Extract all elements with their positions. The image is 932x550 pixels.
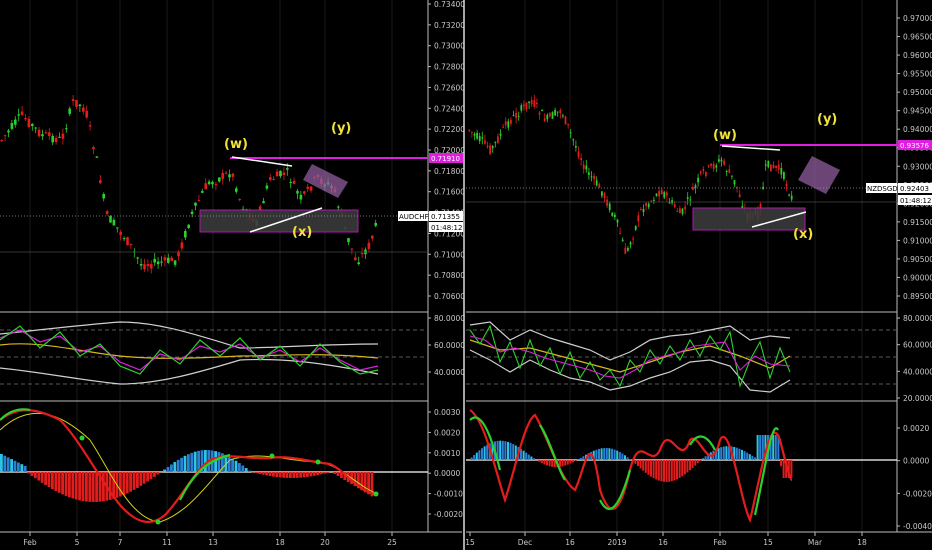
right-price-tick: 0.90000: [903, 273, 932, 282]
right-macd-tick: 0.0020: [903, 424, 929, 433]
left-level-tag: 0.71910: [429, 153, 463, 163]
left-price-tick: 0.71600: [434, 188, 465, 197]
left-price-tag-text: 0.71355: [431, 213, 460, 221]
left-price-tick: 0.71000: [434, 250, 465, 259]
right-date-label: Feb: [713, 538, 727, 547]
right-price-tick: 0.96500: [903, 33, 932, 42]
right-price-tick: 0.96000: [903, 51, 932, 60]
left-price-tick: 0.71800: [434, 167, 465, 176]
left-countdown-text: 01:48:12: [431, 224, 462, 232]
right-date-label: Dec: [518, 538, 533, 547]
left-symbol-text: AUDCHF: [399, 213, 428, 221]
right-date-label: 16: [658, 538, 668, 547]
left-date-label: Feb: [23, 538, 37, 547]
left-price-tick: 0.72400: [434, 104, 465, 113]
right-price-tick: 0.91500: [903, 218, 932, 227]
right-price-tick: 0.94000: [903, 125, 932, 134]
right-macd-tick: -0.0020: [903, 489, 932, 498]
right-countdown-text: 01:48:12: [900, 197, 931, 205]
left-date-label: 18: [275, 538, 285, 547]
left-date-label: 25: [387, 538, 397, 547]
right-date-label: 16: [565, 538, 575, 547]
right-price-tick: 0.89500: [903, 292, 932, 301]
left-wave-w-label: (w): [224, 137, 248, 152]
left-date-label: 7: [118, 538, 123, 547]
left-price-tick: 0.70600: [434, 292, 465, 301]
right-price-tick: 0.95000: [903, 88, 932, 97]
left-date-label: 11: [162, 538, 172, 547]
left-rsi-tick: 60.0000: [434, 341, 465, 350]
right-date-label: 15: [465, 538, 475, 547]
right-date-label: 2019: [607, 538, 626, 547]
left-macd-tick: -0.0010: [434, 490, 463, 499]
left-macd-tick: 0.0000: [434, 469, 460, 478]
left-price-tick: 0.73000: [434, 42, 465, 51]
right-price-tick: 0.93000: [903, 162, 932, 171]
right-rsi-tick: 80.0000: [903, 314, 932, 323]
right-price-tag-text: 0.92403: [900, 185, 929, 193]
right-level-tag: 0.93576: [898, 140, 932, 150]
right-macd-tick: -0.0040: [903, 522, 932, 531]
left-price-axis[interactable]: 0.73400 0.73200 0.73000 0.72800 0.72600 0.724…: [428, 0, 465, 301]
right-date-label: 18: [857, 538, 867, 547]
left-macd-tick: 0.0010: [434, 449, 460, 458]
left-rsi-tick: 40.0000: [434, 368, 465, 377]
left-date-label: 5: [75, 538, 80, 547]
right-support-zone: [692, 207, 806, 231]
left-price-tick: 0.72800: [434, 63, 465, 72]
left-macd-tick: 0.0020: [434, 428, 460, 437]
right-wave-x-label: (x): [793, 227, 813, 242]
left-wave-x-label: (x): [292, 225, 312, 240]
right-price-tick: 0.97000: [903, 14, 932, 23]
right-level-tag-text: 0.93576: [900, 142, 929, 150]
chart-workspace[interactable]: (w) (x) (y) 0.73400 0.73200 0.73000 0.72800…: [0, 0, 932, 550]
left-macd-tick: -0.0020: [434, 510, 463, 519]
left-support-zone: [199, 209, 359, 233]
left-price-tick: 0.73200: [434, 21, 465, 30]
right-price-tick: 0.90500: [903, 255, 932, 264]
right-symbol-text: NZDSGD: [867, 185, 898, 193]
left-price-tick: 0.73400: [434, 0, 465, 9]
right-price-tick: 0.91000: [903, 236, 932, 245]
left-price-tick: 0.72200: [434, 125, 465, 134]
left-level-tag-text: 0.71910: [431, 155, 460, 163]
right-date-label: Mar: [808, 538, 823, 547]
left-wave-y-label: (y): [331, 121, 351, 136]
left-rsi-tick: 80.0000: [434, 314, 465, 323]
left-macd-tick: 0.0030: [434, 408, 460, 417]
left-date-label: 13: [208, 538, 218, 547]
right-price-tick: 0.95500: [903, 70, 932, 79]
right-macd-tick: 0.0000: [903, 457, 929, 466]
right-price-tick: 0.94500: [903, 107, 932, 116]
right-rsi-tick: 60.0000: [903, 341, 932, 350]
left-price-tick: 0.70800: [434, 271, 465, 280]
right-wave-w-label: (w): [713, 128, 737, 143]
right-rsi-tick: 20.0000: [903, 394, 932, 403]
right-wave-y-label: (y): [817, 112, 837, 127]
right-rsi-tick: 40.0000: [903, 367, 932, 376]
left-price-tick: 0.72600: [434, 83, 465, 92]
left-date-label: 20: [320, 538, 330, 547]
right-date-label: 15: [763, 538, 773, 547]
